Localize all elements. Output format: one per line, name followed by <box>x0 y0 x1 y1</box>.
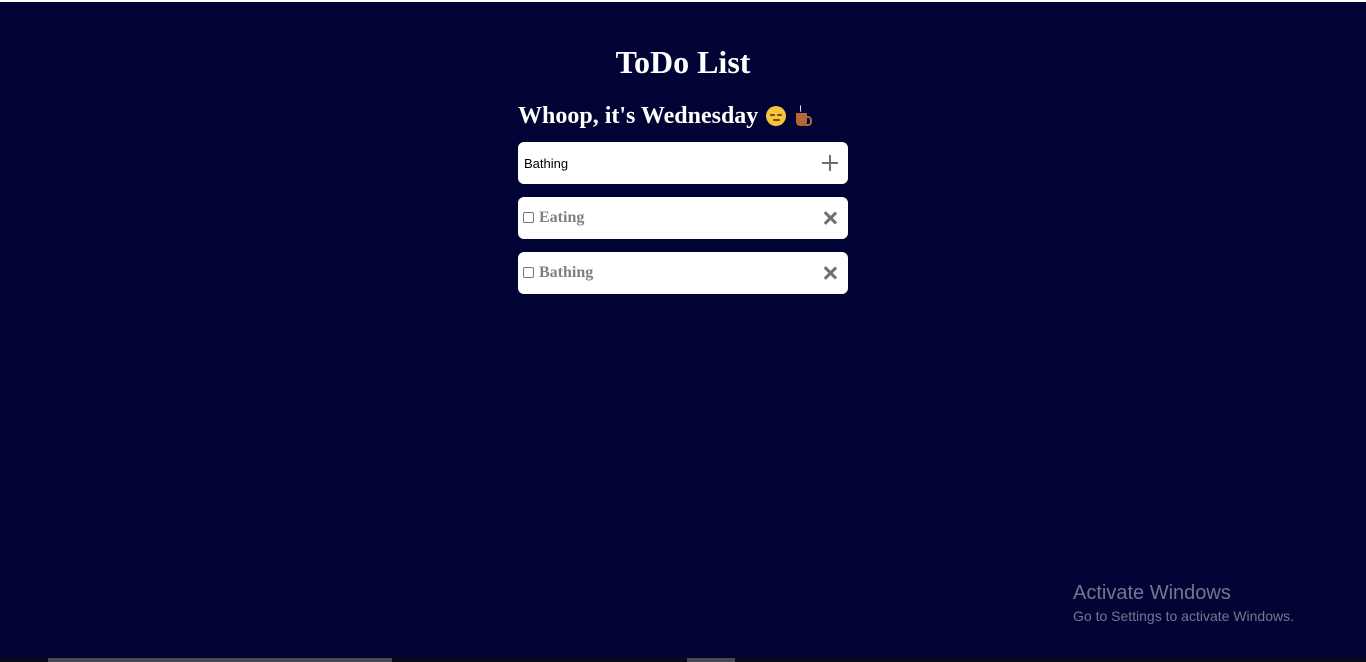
top-border <box>0 0 1366 2</box>
plus-icon[interactable] <box>820 153 840 173</box>
todo-item: Bathing <box>518 252 848 294</box>
new-todo-form <box>518 142 848 184</box>
page-title: ToDo List <box>615 44 751 80</box>
taskbar-segment <box>48 658 392 662</box>
day-greeting: Whoop, it's Wednesday <box>518 101 813 131</box>
todo-checkbox[interactable] <box>523 267 534 278</box>
todo-label: Eating <box>539 209 585 226</box>
close-icon[interactable] <box>820 208 840 228</box>
watermark-subtitle: Go to Settings to activate Windows. <box>1073 608 1294 624</box>
relieved-face-icon <box>766 106 787 126</box>
taskbar-segment <box>687 658 735 662</box>
close-icon[interactable] <box>820 263 840 283</box>
watermark-title: Activate Windows <box>1073 582 1231 604</box>
activation-watermark: Activate Windows Go to Settings to activ… <box>1073 581 1294 627</box>
todo-item: Eating <box>518 197 848 239</box>
day-greeting-text: Whoop, it's Wednesday <box>518 103 759 129</box>
todo-label: Bathing <box>539 264 594 281</box>
todo-checkbox[interactable] <box>523 212 534 223</box>
hot-beverage-icon <box>794 105 813 127</box>
todo-input[interactable] <box>524 150 804 176</box>
